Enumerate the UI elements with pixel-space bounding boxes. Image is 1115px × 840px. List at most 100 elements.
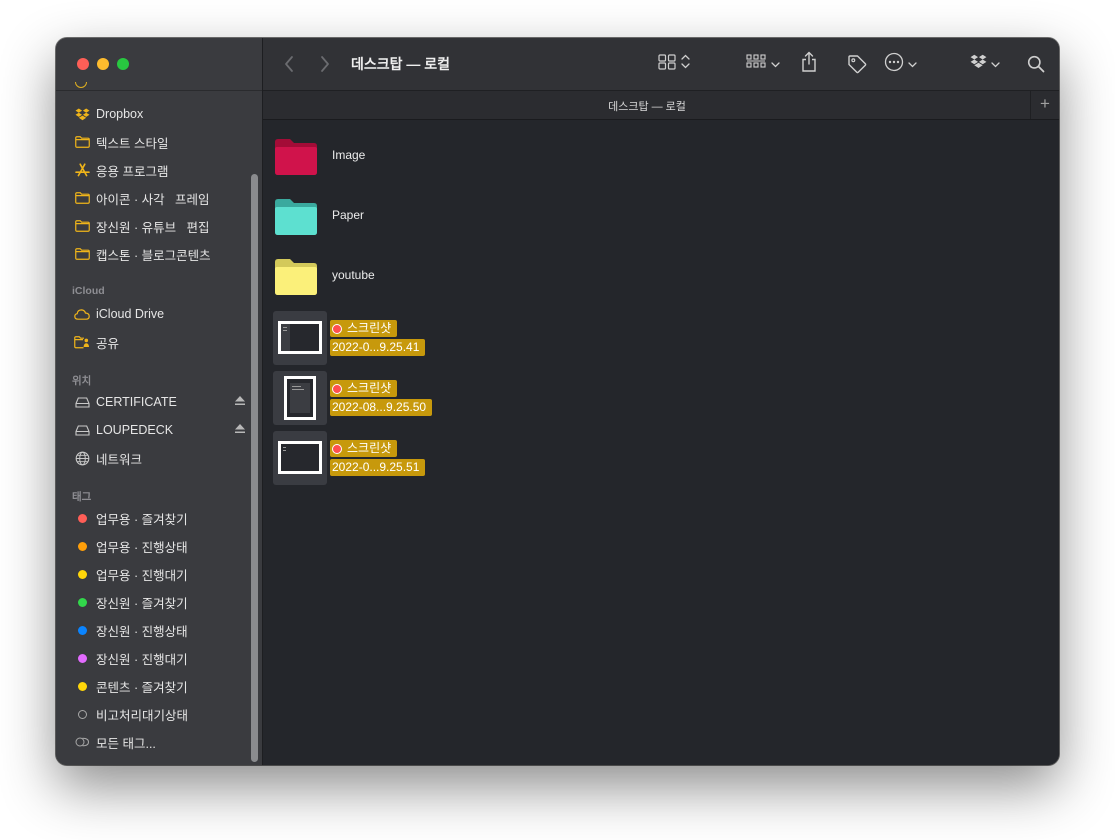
all-tags-item[interactable]: 모든 태그... — [74, 731, 156, 753]
folder-icon — [74, 134, 90, 150]
folder-icon — [273, 130, 327, 184]
globe-icon — [74, 450, 90, 466]
group-button[interactable] — [746, 53, 780, 75]
screenshot-name: 스크린샷 — [347, 381, 392, 395]
sidebar-scrollbar[interactable] — [251, 174, 258, 762]
screenshot-name: 스크린샷 — [347, 321, 392, 335]
more-icon — [884, 52, 904, 77]
red-tag-dot — [332, 323, 342, 334]
tag-icon[interactable] — [847, 53, 867, 75]
sidebar: Dropbox 텍스트 스타일 응용 프로그램 아이콘 · 사각 프레임 장신원… — [56, 38, 263, 765]
dropbox-icon — [74, 106, 90, 122]
sidebar-item-capstone[interactable]: 캡스톤 · 블로그콘텐츠 — [74, 243, 211, 265]
chevron-down-icon — [771, 55, 780, 73]
tag-label: 업무용 · 진행대기 — [96, 568, 188, 583]
screenshot-name-line1: 스크린샷 — [330, 440, 398, 457]
eject-icon[interactable] — [234, 423, 246, 435]
tag-item[interactable]: 업무용 · 진행상태 — [74, 535, 188, 557]
screenshot-label: 스크린샷 2022-0...9.25.41 — [330, 320, 426, 356]
sidebar-item-label: Dropbox — [96, 107, 144, 121]
tag-label: 모든 태그... — [96, 736, 156, 751]
sidebar-item-label: 네트워크 — [96, 452, 143, 467]
screenshot-thumbnail — [273, 371, 327, 425]
dropbox-button[interactable] — [970, 53, 1000, 75]
tag-dot-icon — [74, 622, 90, 638]
sidebar-item-label: 응용 프로그램 — [96, 164, 169, 179]
folder-icon — [273, 250, 327, 304]
sidebar-item-label: 아이콘 · 사각 프레임 — [96, 192, 210, 207]
minimize-button[interactable] — [97, 58, 109, 70]
shared-folder-icon — [74, 334, 90, 350]
eject-icon[interactable] — [234, 395, 246, 407]
sidebar-item-applications[interactable]: 응용 프로그램 — [74, 159, 168, 181]
tag-item[interactable]: 장신원 · 진행대기 — [74, 647, 188, 669]
tag-dot-icon — [74, 594, 90, 610]
sidebar-item-text-style[interactable]: 텍스트 스타일 — [74, 131, 168, 153]
screenshot-name-line2: 2022-0...9.25.51 — [330, 459, 426, 476]
window-title: 데스크탑 — 로컬 — [351, 56, 451, 72]
sidebar-item-shared[interactable]: 공유 — [74, 331, 119, 353]
screenshot-name: 스크린샷 — [347, 441, 392, 455]
sidebar-item-label: 공유 — [96, 336, 120, 351]
search-icon[interactable] — [1027, 53, 1045, 75]
tag-item[interactable]: 비고처리대기상태 — [74, 703, 188, 725]
folder-icon — [74, 246, 90, 262]
sidebar-item-label: 캡스톤 · 블로그콘텐츠 — [96, 248, 211, 263]
sidebar-item-icloud-drive[interactable]: iCloud Drive — [74, 303, 164, 325]
sidebar-item-network[interactable]: 네트워크 — [74, 447, 142, 469]
finder-window: Dropbox 텍스트 스타일 응용 프로그램 아이콘 · 사각 프레임 장신원… — [56, 38, 1059, 765]
forward-icon[interactable] — [319, 53, 331, 75]
tag-dot-icon — [74, 510, 90, 526]
section-header-locations: 위치 — [72, 375, 92, 387]
chevron-updown-icon — [681, 54, 690, 74]
main-pane: 데스크탑 — 로컬 데스크탑 — 로컬 + Image Paper youtub… — [263, 38, 1059, 765]
sidebar-item-loupedeck[interactable]: LOUPEDECK — [74, 419, 250, 441]
tag-color-dot — [77, 681, 87, 691]
dropbox-icon — [970, 54, 987, 74]
screenshot-name-line2: 2022-0...9.25.41 — [330, 339, 426, 356]
tag-item[interactable]: 업무용 · 즐겨찾기 — [74, 507, 188, 529]
close-button[interactable] — [77, 58, 89, 70]
folder-name: Paper — [332, 208, 365, 222]
tag-item[interactable]: 콘텐츠 · 즐겨찾기 — [74, 675, 188, 697]
tag-dot-icon — [74, 566, 90, 582]
back-icon[interactable] — [283, 53, 295, 75]
drive-icon — [74, 422, 90, 438]
tag-item[interactable]: 장신원 · 진행상태 — [74, 619, 188, 641]
cloud-icon — [74, 306, 90, 322]
tab-title[interactable]: 데스크탑 — 로컬 — [263, 98, 1031, 114]
tag-label: 장신원 · 진행상태 — [96, 624, 188, 639]
sidebar-item-youtube-edit[interactable]: 장신원 · 유튜브 편집 — [74, 215, 210, 237]
tag-dot-icon — [74, 706, 90, 722]
zoom-button[interactable] — [117, 58, 129, 70]
tag-item[interactable]: 장신원 · 즐겨찾기 — [74, 591, 188, 613]
tag-item[interactable]: 업무용 · 진행대기 — [74, 563, 188, 585]
sidebar-item-certificate[interactable]: CERTIFICATE — [74, 391, 250, 413]
sidebar-item-label: 장신원 · 유튜브 편집 — [96, 220, 210, 235]
tag-empty-dot — [77, 709, 87, 719]
sidebar-item-label: iCloud Drive — [96, 307, 165, 321]
sidebar-item-dropbox[interactable]: Dropbox — [74, 103, 143, 125]
tag-color-dot — [77, 513, 87, 523]
tag-label: 장신원 · 즐겨찾기 — [96, 596, 188, 611]
tag-label: 업무용 · 진행상태 — [96, 540, 188, 555]
folder-icon — [273, 190, 327, 244]
drive-icon — [74, 394, 90, 410]
folder-icon — [74, 190, 90, 206]
view-mode-button[interactable] — [658, 53, 690, 75]
folder-name: youtube — [332, 268, 375, 282]
sidebar-item-icon-frame[interactable]: 아이콘 · 사각 프레임 — [74, 187, 210, 209]
tag-dot-icon — [74, 650, 90, 666]
new-tab-button[interactable]: + — [1030, 91, 1059, 119]
tag-dot-icon — [74, 538, 90, 554]
screenshot-name-line1: 스크린샷 — [330, 380, 398, 397]
grid-view-icon — [658, 53, 676, 75]
clipped-sidebar-icon — [75, 82, 87, 88]
group-icon — [746, 53, 766, 75]
action-menu-button[interactable] — [884, 52, 917, 77]
screenshot-label: 스크린샷 2022-0...9.25.51 — [330, 440, 426, 476]
tag-color-dot — [77, 541, 87, 551]
share-icon[interactable] — [801, 51, 817, 73]
tag-color-dot — [77, 653, 87, 663]
tag-label: 비고처리대기상태 — [96, 708, 189, 723]
